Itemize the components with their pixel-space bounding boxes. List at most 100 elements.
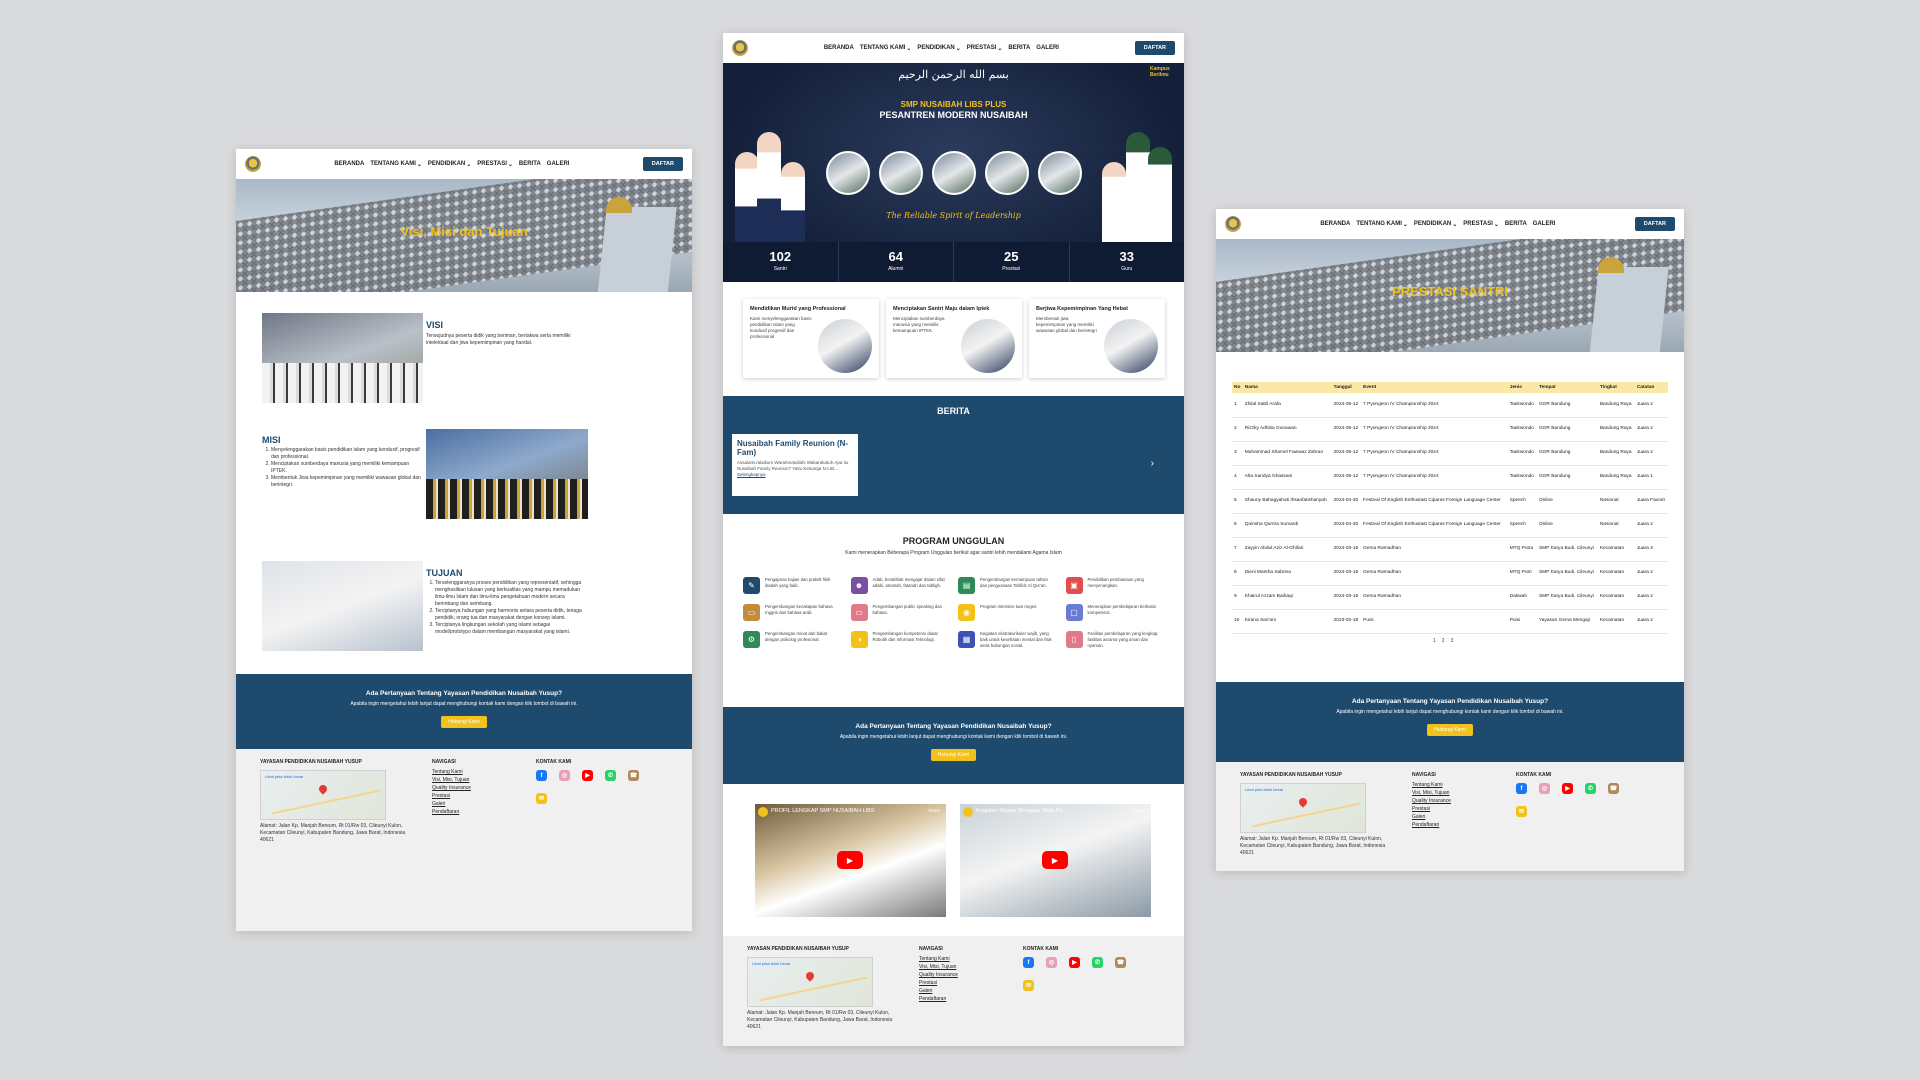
nav-item-berita[interactable]: BERITA [1008,45,1030,52]
share-button[interactable]: Share [1133,808,1145,813]
daftar-button[interactable]: DAFTAR [642,157,683,171]
feature-card[interactable]: Mendidikan Murid yang Professional Kami m… [743,299,879,378]
footer-link[interactable]: Visi, Misi, Tujuan [919,963,958,971]
hubungi-kami-button[interactable]: Hubungi Kami [1427,724,1473,736]
whatsapp-icon[interactable]: ✆ [1092,957,1103,968]
nav-item-tentang-kami[interactable]: TENTANG KAMI [860,45,906,52]
nav-item-galeri[interactable]: GALERI [547,161,570,168]
footer-link[interactable]: Prestasi [432,792,471,800]
footer-link[interactable]: Visi, Misi, Tujuan [1412,789,1451,797]
facebook-icon[interactable]: f [1023,957,1034,968]
nav-item-tentang-kami[interactable]: TENTANG KAMI [1356,221,1402,228]
nav-item-galeri[interactable]: GALERI [1533,221,1556,228]
footer-link[interactable]: Prestasi [1412,805,1451,813]
chevron-down-icon[interactable]: ⌄ [417,161,422,168]
nav-item-pendidikan[interactable]: PENDIDIKAN [428,161,465,168]
whatsapp-icon[interactable]: ✆ [1585,783,1596,794]
program-text: Pengembangan kemampuan tahsin dan pengua… [980,577,1048,588]
location-map[interactable]: Lihat peta lebih besar [260,770,386,820]
footer-link[interactable]: Prestasi [919,979,958,987]
nav-item-pendidikan[interactable]: PENDIDIKAN [1414,221,1451,228]
email-icon[interactable]: ✉ [536,793,547,804]
chevron-down-icon[interactable]: ⌄ [508,161,513,168]
youtube-icon[interactable]: ▶ [1069,957,1080,968]
table-cell: 7 Pyongeon IV Championship 2024 [1361,465,1508,490]
chevron-down-icon[interactable]: ⌄ [1494,221,1499,228]
daftar-button[interactable]: DAFTAR [1634,217,1675,231]
feature-card[interactable]: Menciptakan Santri Maju dalam Iptek Menci… [886,299,1022,378]
chevron-down-icon[interactable]: ⌄ [906,45,911,52]
map-link[interactable]: Lihat peta lebih besar [265,774,303,779]
instagram-icon[interactable]: ◎ [1539,783,1550,794]
school-logo[interactable] [732,40,748,56]
map-link[interactable]: Lihat peta lebih besar [752,961,790,966]
footer-link[interactable]: Tentang Kami [919,955,958,963]
feature-card[interactable]: Berjiwa Kepemimpinan Yang Hebat Membentuk… [1029,299,1165,378]
footer-link[interactable]: Galeri [432,800,471,808]
phone-icon[interactable]: ☎ [1608,783,1619,794]
footer-link[interactable]: Tentang Kami [1412,781,1451,789]
footer-link[interactable]: Quality Insurance [919,971,958,979]
nav-item-beranda[interactable]: BERANDA [1320,221,1350,228]
school-logo[interactable] [245,156,261,172]
table-cell: Zhilal Sabil Arafa [1242,393,1332,418]
nav-item-berita[interactable]: BERITA [1505,221,1527,228]
instagram-icon[interactable]: ◎ [559,770,570,781]
footer-link[interactable]: Quality Insurance [1412,797,1451,805]
nav-item-galeri[interactable]: GALERI [1036,45,1059,52]
page-link[interactable]: 1 [1433,638,1436,644]
footer-link[interactable]: Galeri [919,987,958,995]
hubungi-kami-button[interactable]: Hubungi Kami [930,749,977,761]
footer-link[interactable]: Pendaftaran [1412,821,1451,829]
play-icon[interactable]: ▶ [1042,851,1068,869]
phone-icon[interactable]: ☎ [1115,957,1126,968]
nav-item-prestasi[interactable]: PRESTASI [967,45,997,52]
footer-link[interactable]: Quality Insurance [432,784,471,792]
berita-card[interactable]: Nusaibah Family Reunion (N-Fam) Assalamu… [732,434,858,496]
program-icon: ▤ [958,577,975,594]
nav-item-prestasi[interactable]: PRESTASI [477,161,507,168]
youtube-icon[interactable]: ▶ [1562,783,1573,794]
location-map[interactable]: Lihat peta lebih besar [1240,783,1366,833]
footer-link[interactable]: Pendaftaran [432,808,471,816]
next-arrow-icon[interactable]: › [1151,458,1154,469]
selengkapnya-link[interactable]: Selengkapnya [737,472,766,477]
nav-item-beranda[interactable]: BERANDA [824,45,854,52]
video-player[interactable]: PROFIL LENGKAP SMP NUSAIBAH LIBS Share ▶ [755,804,946,917]
facebook-icon[interactable]: f [1516,783,1527,794]
facebook-icon[interactable]: f [536,770,547,781]
page-link[interactable]: 3 [1451,638,1454,644]
school-logo[interactable] [1225,216,1241,232]
nav-item-tentang-kami[interactable]: TENTANG KAMI [370,161,416,168]
chevron-down-icon[interactable]: ⌄ [997,45,1002,52]
chevron-down-icon[interactable]: ⌄ [1403,221,1408,228]
footer: YAYASAN PENDIDIKAN NUSAIBAH YUSUP Lihat … [723,936,1184,1046]
nav-item-beranda[interactable]: BERANDA [334,161,364,168]
location-map[interactable]: Lihat peta lebih besar [747,957,873,1007]
email-icon[interactable]: ✉ [1516,806,1527,817]
footer-link[interactable]: Pendaftaran [919,995,958,1003]
footer-link[interactable]: Tentang Kami [432,768,471,776]
daftar-button[interactable]: DAFTAR [1134,41,1175,55]
whatsapp-icon[interactable]: ✆ [605,770,616,781]
instagram-icon[interactable]: ◎ [1046,957,1057,968]
hubungi-kami-button[interactable]: Hubungi Kami [441,716,487,728]
play-icon[interactable]: ▶ [837,851,863,869]
nav-item-berita[interactable]: BERITA [519,161,541,168]
video-player[interactable]: Kegiatan Belajar Mengajar Mata Pe... Sha… [960,804,1151,917]
map-link[interactable]: Lihat peta lebih besar [1245,787,1283,792]
page-link[interactable]: 2 [1442,638,1445,644]
chevron-down-icon[interactable]: ⌄ [466,161,471,168]
nav-item-pendidikan[interactable]: PENDIDIKAN [917,45,954,52]
nav-item-prestasi[interactable]: PRESTASI [1463,221,1493,228]
footer-link[interactable]: Visi, Misi, Tujuan [432,776,471,784]
footer-address: Alamat: Jalan Kp. Manjah Bereum, Rt 01/R… [1240,836,1386,856]
footer-link[interactable]: Galeri [1412,813,1451,821]
chevron-down-icon[interactable]: ⌄ [1452,221,1457,228]
youtube-icon[interactable]: ▶ [582,770,593,781]
email-icon[interactable]: ✉ [1023,980,1034,991]
share-button[interactable]: Share [928,808,940,813]
channel-logo [758,807,768,817]
chevron-down-icon[interactable]: ⌄ [956,45,961,52]
phone-icon[interactable]: ☎ [628,770,639,781]
